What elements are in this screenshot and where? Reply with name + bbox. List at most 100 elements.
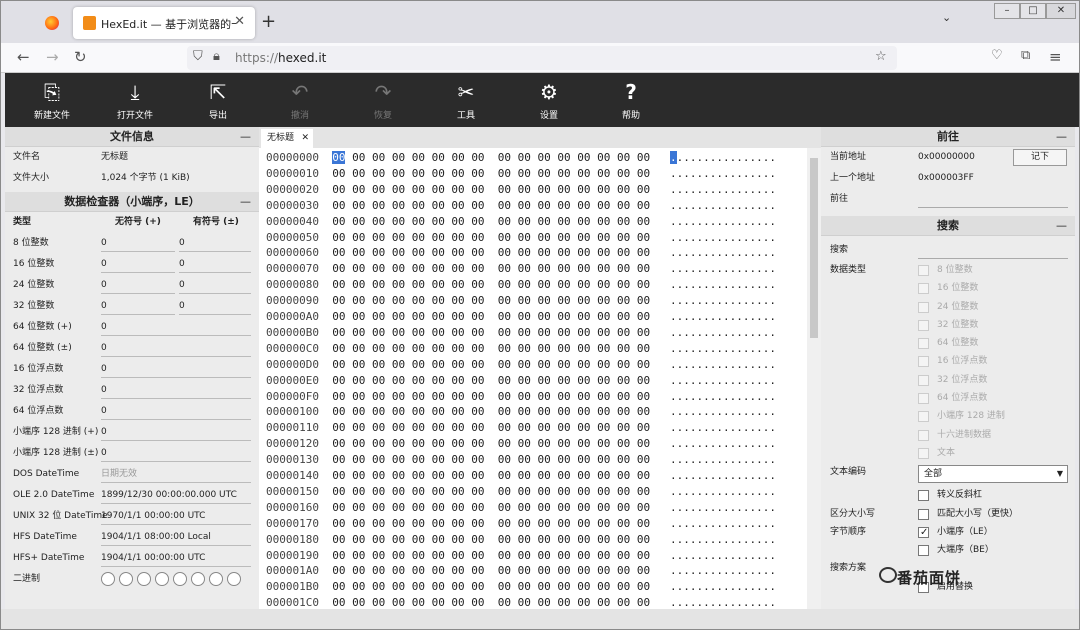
value-field[interactable]: 日期无效 — [101, 466, 251, 483]
datatype-checkbox[interactable]: 32 位整数 — [821, 316, 1075, 334]
value-field[interactable]: 0 — [101, 424, 251, 441]
extensions-icon[interactable]: ⧉ — [1021, 48, 1030, 63]
new-file-button[interactable]: ⎘ 新建文件 — [22, 81, 82, 121]
settings-button[interactable]: ⚙ 设置 — [519, 81, 579, 121]
editor-tab[interactable]: 无标题 ✕ — [261, 129, 313, 148]
close-window-button[interactable]: ✕ — [1046, 3, 1076, 19]
url-text[interactable]: https://hexed.it — [235, 51, 326, 65]
collapse-icon[interactable]: — — [240, 127, 251, 147]
goto-input[interactable] — [918, 191, 1068, 208]
reload-icon[interactable]: ↻ — [74, 48, 87, 66]
datatype-checkbox[interactable]: 小端序 128 进制 — [821, 407, 1075, 425]
value-field[interactable]: 0 — [101, 319, 251, 336]
datatype-checkbox[interactable]: 24 位整数 — [821, 298, 1075, 316]
unsigned-value-field[interactable]: 0 — [101, 298, 175, 315]
datatype-checkbox[interactable]: 文本 — [821, 444, 1075, 462]
tools-button[interactable]: ✂ 工具 — [436, 81, 496, 121]
inspector-header[interactable]: 数据检查器（小端序，LE） — — [5, 192, 259, 212]
editor-scrollbar[interactable] — [807, 148, 821, 609]
tab-list-chevron-icon[interactable]: ⌄ — [942, 11, 951, 24]
ascii-column[interactable]: ................ — [670, 549, 776, 562]
datatype-checkbox[interactable]: 64 位整数 — [821, 334, 1075, 352]
ascii-column[interactable]: ................ — [670, 485, 776, 498]
ascii-column[interactable]: ................ — [670, 405, 776, 418]
datatype-checkbox[interactable]: 十六进制数据 — [821, 426, 1075, 444]
ascii-column[interactable]: ................ — [670, 342, 776, 355]
value-field[interactable]: 1899/12/30 00:00:00.000 UTC — [101, 487, 251, 504]
encoding-select[interactable]: 全部 ▼ — [918, 465, 1068, 484]
value-field[interactable]: 0 — [101, 340, 251, 357]
export-button[interactable]: ⇱ 导出 — [188, 81, 248, 121]
ascii-column[interactable]: ................ — [670, 421, 776, 434]
collapse-icon[interactable]: — — [1056, 216, 1067, 236]
forward-icon[interactable]: → — [46, 48, 59, 66]
value-field[interactable]: 1904/1/1 08:00:00 Local — [101, 529, 251, 546]
unsigned-value-field[interactable]: 0 — [101, 235, 175, 252]
remember-button[interactable]: 记下 — [1013, 149, 1067, 166]
ascii-column[interactable]: ................ — [670, 580, 776, 593]
ascii-column[interactable]: ................ — [670, 501, 776, 514]
unsigned-value-field[interactable]: 0 — [101, 256, 175, 273]
search-header[interactable]: 搜索 — — [821, 216, 1075, 236]
new-tab-icon[interactable]: + — [261, 11, 276, 32]
redo-button[interactable]: ↷ 恢复 — [353, 81, 413, 121]
datatype-checkbox[interactable]: 32 位浮点数 — [821, 371, 1075, 389]
ascii-column[interactable]: ................ — [670, 151, 776, 164]
escape-backslash-checkbox[interactable]: 转义反斜杠 — [821, 486, 1075, 504]
value-field[interactable]: 0 — [101, 403, 251, 420]
ascii-column[interactable]: ................ — [670, 517, 776, 530]
maximize-button[interactable]: □ — [1020, 3, 1046, 19]
ascii-column[interactable]: ................ — [670, 533, 776, 546]
undo-button[interactable]: ↶ 撤消 — [270, 81, 330, 121]
tracking-shield-icon[interactable]: ⛉ — [193, 49, 203, 64]
minimize-button[interactable]: – — [994, 3, 1020, 19]
file-info-header[interactable]: 文件信息 — — [5, 127, 259, 147]
url-bar[interactable]: ⛉ 🔒︎ https://hexed.it ☆ — [187, 46, 897, 70]
value-field[interactable]: 1970/1/1 00:00:00 UTC — [101, 508, 251, 525]
collapse-icon[interactable]: — — [240, 192, 251, 212]
little-endian-checkbox[interactable]: 字节顺序小端序（LE） — [821, 523, 1075, 542]
binary-bits[interactable] — [101, 569, 245, 590]
signed-value-field[interactable]: 0 — [179, 277, 251, 294]
hex-grid[interactable]: 00000000 00 00 00 00 00 00 00 00 00 00 0… — [259, 148, 807, 609]
menu-icon[interactable]: ≡ — [1049, 48, 1062, 66]
value-field[interactable]: 0 — [101, 361, 251, 378]
ascii-column[interactable]: ................ — [670, 294, 776, 307]
match-case-checkbox[interactable]: 区分大小写 匹配大小写（更快） — [821, 505, 1075, 523]
ascii-column[interactable]: ................ — [670, 167, 776, 180]
ascii-column[interactable]: ................ — [670, 358, 776, 371]
tab-hexed[interactable]: HexEd.it — 基于浏览器的十六 ✕ — [73, 7, 255, 39]
unsigned-value-field[interactable]: 0 — [101, 277, 175, 294]
ascii-column[interactable]: ................ — [670, 453, 776, 466]
datatype-checkbox[interactable]: 数据类型 8 位整数 — [821, 261, 1075, 279]
help-button[interactable]: ? 帮助 — [601, 81, 661, 121]
back-icon[interactable]: ← — [17, 48, 30, 66]
firefox-view-icon[interactable] — [45, 16, 59, 30]
ascii-column[interactable]: ................ — [670, 246, 776, 259]
ascii-column[interactable]: ................ — [670, 564, 776, 577]
ascii-column[interactable]: ................ — [670, 469, 776, 482]
value-field[interactable]: 0 — [101, 382, 251, 399]
ascii-column[interactable]: ................ — [670, 278, 776, 291]
signed-value-field[interactable]: 0 — [179, 298, 251, 315]
ascii-column[interactable]: ................ — [670, 183, 776, 196]
ascii-column[interactable]: ................ — [670, 390, 776, 403]
ascii-column[interactable]: ................ — [670, 326, 776, 339]
big-endian-checkbox[interactable]: 大端序（BE） — [821, 541, 1075, 559]
ascii-column[interactable]: ................ — [670, 215, 776, 228]
ascii-column[interactable]: ................ — [670, 437, 776, 450]
goto-header[interactable]: 前往 — — [821, 127, 1075, 147]
signed-value-field[interactable]: 0 — [179, 235, 251, 252]
selected-byte[interactable]: 00 — [332, 151, 346, 164]
ascii-column[interactable]: ................ — [670, 374, 776, 387]
signed-value-field[interactable]: 0 — [179, 256, 251, 273]
ascii-column[interactable]: ................ — [670, 262, 776, 275]
pocket-icon[interactable]: ♡ — [991, 48, 1003, 63]
datatype-checkbox[interactable]: 64 位浮点数 — [821, 389, 1075, 407]
datatype-checkbox[interactable]: 16 位整数 — [821, 279, 1075, 297]
scrollbar-thumb[interactable] — [810, 158, 818, 338]
close-editor-tab-icon[interactable]: ✕ — [301, 129, 309, 148]
value-field[interactable]: 1904/1/1 00:00:00 UTC — [101, 550, 251, 567]
value-field[interactable]: 0 — [101, 445, 251, 462]
ascii-column[interactable]: ................ — [670, 231, 776, 244]
